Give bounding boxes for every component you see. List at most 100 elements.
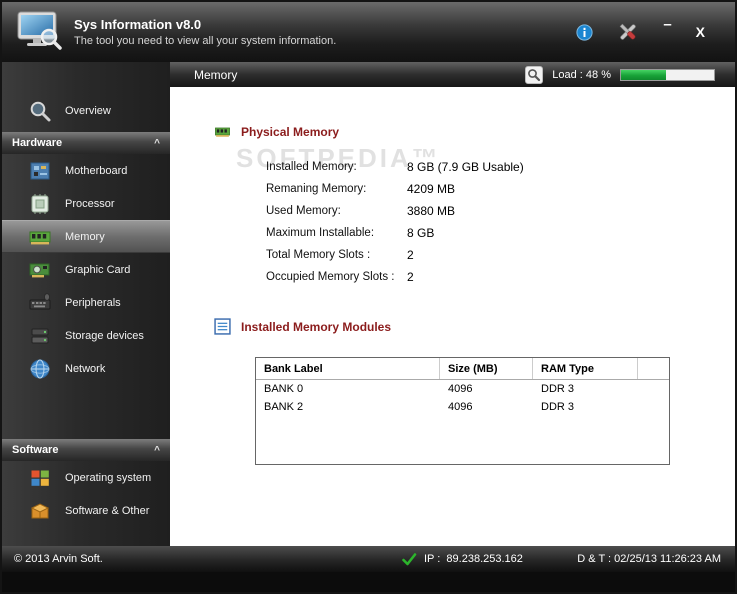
close-button[interactable]: X xyxy=(696,24,705,40)
table-cell: 4096 xyxy=(448,383,473,395)
physical-memory-details: Installed Memory: 8 GB (7.9 GB Usable) R… xyxy=(266,156,735,288)
sidebar-item-label: Storage devices xyxy=(65,329,144,342)
sidebar-item-software-other[interactable]: Software & Other xyxy=(2,494,170,527)
table-header-cell[interactable]: Size (MB) xyxy=(440,358,533,379)
sidebar-item-motherboard[interactable]: Motherboard xyxy=(2,154,170,187)
peripherals-icon xyxy=(29,292,51,309)
load-progressbar xyxy=(620,68,715,81)
copyright-text: © 2013 Arvin Soft. xyxy=(14,553,103,565)
field-value: 8 GB xyxy=(407,226,435,240)
processor-icon xyxy=(31,193,49,214)
window-subtitle: The tool you need to view all your syste… xyxy=(74,35,337,47)
app-logo-icon xyxy=(17,11,62,50)
ip-status-group: IP : 89.238.253.162 xyxy=(402,552,523,566)
table-row[interactable]: BANK 0 4096 DDR 3 xyxy=(256,380,669,398)
info-icon xyxy=(576,23,593,41)
memory-icon xyxy=(29,231,51,244)
sidebar: Overview Hardware ^ Motherboard Processo… xyxy=(2,62,170,546)
sidebar-item-overview[interactable]: Overview xyxy=(2,94,170,127)
field-label: Total Memory Slots : xyxy=(266,249,371,261)
window-bottom-frame xyxy=(2,572,735,592)
table-cell: DDR 3 xyxy=(541,401,575,413)
graphic-card-icon xyxy=(29,263,50,277)
title-texts: Sys Information v8.0 The tool you need t… xyxy=(74,17,336,47)
sidebar-item-label: Peripherals xyxy=(65,296,121,309)
field-label: Used Memory: xyxy=(266,205,341,217)
sidebar-item-memory[interactable]: Memory xyxy=(2,220,170,253)
load-label: Load : 48 % xyxy=(552,68,611,81)
sidebar-section-software[interactable]: Software ^ xyxy=(2,439,170,461)
field-label: Installed Memory: xyxy=(266,161,357,173)
collapse-chevron-icon: ^ xyxy=(154,444,160,456)
sidebar-item-label: Processor xyxy=(65,197,115,210)
sidebar-item-label: Network xyxy=(65,362,106,375)
table-cell: BANK 2 xyxy=(264,401,304,413)
overview-icon xyxy=(30,101,51,121)
sidebar-item-label: Software & Other xyxy=(65,504,150,517)
section-heading: Physical Memory xyxy=(241,124,340,139)
section-label: Software xyxy=(12,444,59,456)
sidebar-item-network[interactable]: Network xyxy=(2,352,170,385)
minimize-button[interactable]: – xyxy=(663,17,671,32)
motherboard-icon xyxy=(30,162,50,179)
field-value: 8 GB (7.9 GB Usable) xyxy=(407,160,524,174)
sidebar-item-label: Motherboard xyxy=(65,164,128,177)
content-header: Memory Load : 48 % xyxy=(170,62,735,87)
field-row: Occupied Memory Slots : 2 xyxy=(266,266,735,288)
field-value: 4209 MB xyxy=(407,182,456,196)
load-group: Load : 48 % xyxy=(525,65,715,84)
memory-modules-table: Bank Label Size (MB) RAM Type BANK 0 409… xyxy=(255,357,670,465)
sidebar-section-hardware[interactable]: Hardware ^ xyxy=(2,132,170,154)
section-heading: Installed Memory Modules xyxy=(241,319,392,334)
field-row: Maximum Installable: 8 GB xyxy=(266,222,735,244)
field-value: 2 xyxy=(407,270,414,284)
content-title: Memory xyxy=(194,67,238,82)
main-area: Memory Load : 48 % SOFTPEDIA™ Physical M… xyxy=(170,62,735,546)
sidebar-item-label: Operating system xyxy=(65,471,152,484)
table-cell-empty xyxy=(638,380,669,398)
field-value: 2 xyxy=(407,248,414,262)
sidebar-item-label: Memory xyxy=(65,230,105,243)
field-label: Remaning Memory: xyxy=(266,183,367,195)
table-header-cell[interactable]: Bank Label xyxy=(256,358,440,379)
field-label: Occupied Memory Slots : xyxy=(266,271,395,283)
table-header-row: Bank Label Size (MB) RAM Type xyxy=(256,358,669,380)
memory-modules-section-title: Installed Memory Modules xyxy=(214,318,735,335)
info-button[interactable] xyxy=(576,23,593,41)
collapse-chevron-icon: ^ xyxy=(154,137,160,149)
table-cell-empty xyxy=(638,398,669,416)
table-row[interactable]: BANK 2 4096 DDR 3 xyxy=(256,398,669,416)
tools-button[interactable] xyxy=(617,21,639,43)
field-label: Maximum Installable: xyxy=(266,227,375,239)
field-row: Total Memory Slots : 2 xyxy=(266,244,735,266)
table-cell: 4096 xyxy=(448,401,473,413)
sidebar-item-graphic-card[interactable]: Graphic Card xyxy=(2,253,170,286)
titlebar: Sys Information v8.0 The tool you need t… xyxy=(2,2,735,62)
field-row: Used Memory: 3880 MB xyxy=(266,200,735,222)
table-header-cell[interactable]: RAM Type xyxy=(533,358,638,379)
section-label: Hardware xyxy=(12,137,63,149)
memory-modules-list-icon xyxy=(214,318,231,335)
sidebar-item-peripherals[interactable]: Peripherals xyxy=(2,286,170,319)
statusbar: © 2013 Arvin Soft. IP : 89.238.253.162 D… xyxy=(2,546,735,572)
field-row: Remaning Memory: 4209 MB xyxy=(266,178,735,200)
physical-memory-section-title: Physical Memory xyxy=(214,87,735,140)
load-bar-fill xyxy=(621,69,666,80)
check-icon xyxy=(402,552,417,565)
table-cell: BANK 0 xyxy=(264,383,304,395)
os-windows-icon xyxy=(31,470,49,486)
sidebar-item-processor[interactable]: Processor xyxy=(2,187,170,220)
storage-icon xyxy=(31,328,49,343)
sidebar-item-operating-system[interactable]: Operating system xyxy=(2,461,170,494)
content-area: SOFTPEDIA™ Physical Memory Installed Mem… xyxy=(170,87,735,546)
ip-address-text: IP : 89.238.253.162 xyxy=(424,553,523,565)
app-window: Sys Information v8.0 The tool you need t… xyxy=(0,0,737,594)
sidebar-item-label: Graphic Card xyxy=(65,263,131,276)
field-row: Installed Memory: 8 GB (7.9 GB Usable) xyxy=(266,156,735,178)
datetime-text: D & T : 02/25/13 11:26:23 AM xyxy=(577,553,721,565)
zoom-loupe-icon[interactable] xyxy=(525,65,544,84)
tools-icon xyxy=(620,23,636,40)
physical-memory-icon xyxy=(215,127,230,137)
window-body: Overview Hardware ^ Motherboard Processo… xyxy=(2,62,735,546)
sidebar-item-storage-devices[interactable]: Storage devices xyxy=(2,319,170,352)
